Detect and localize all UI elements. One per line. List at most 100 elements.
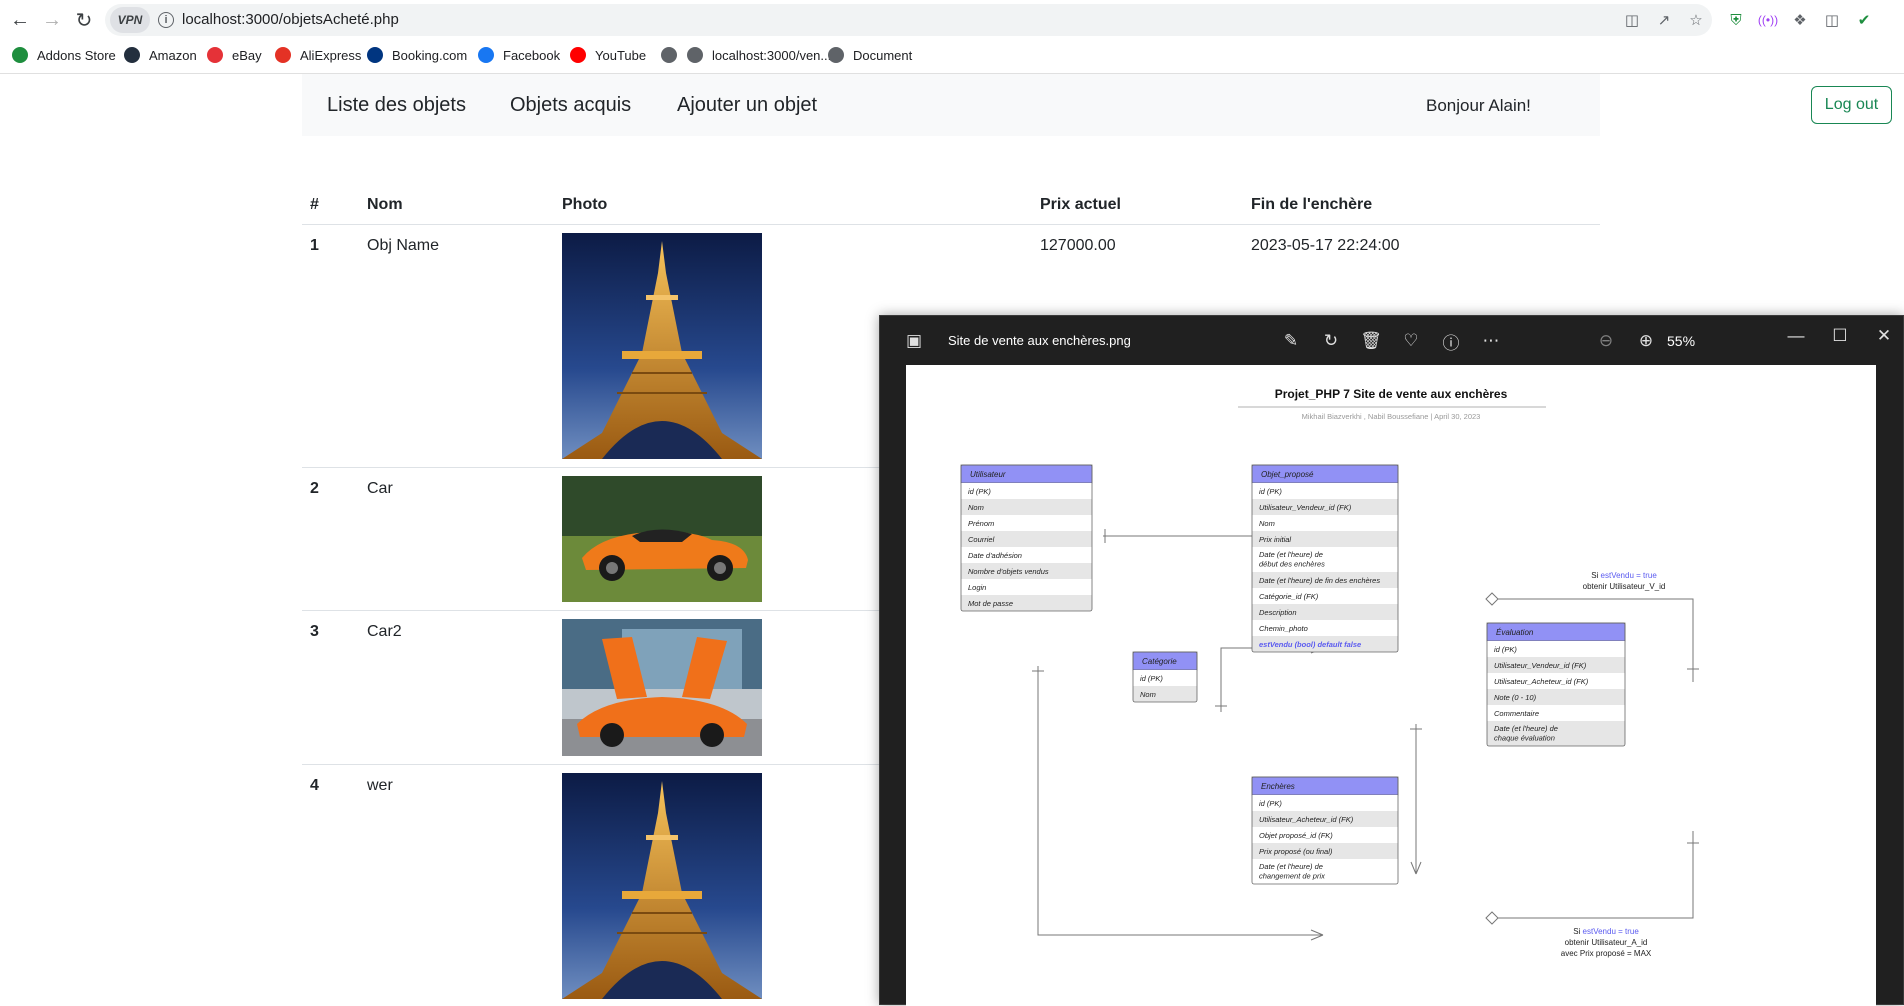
more-options-icon[interactable]: ⋯ [1481, 331, 1501, 351]
bookmark-item[interactable]: Addons Store [12, 44, 116, 66]
row-1-price: 127000.00 [1040, 237, 1116, 254]
bookmark-item[interactable]: Document [828, 44, 912, 66]
header-num: # [310, 196, 319, 213]
entity-field: Utilisateur_Acheteur_id (FK) [1259, 815, 1354, 824]
row-4-name: wer [367, 777, 393, 794]
gallery-icon[interactable]: ▣ [904, 331, 924, 351]
entity-field: Date (et l'heure) de début des enchères [1259, 550, 1325, 569]
zoom-in-icon[interactable]: ⊕ [1636, 331, 1656, 351]
youtube-icon [570, 47, 586, 63]
entity-title: Objet_proposé [1261, 470, 1314, 479]
bookmark-item[interactable] [661, 44, 686, 66]
reload-icon[interactable]: ↻ [72, 8, 96, 32]
zoom-out-icon[interactable]: ⊖ [1596, 331, 1616, 351]
maximize-icon[interactable]: ☐ [1830, 326, 1850, 346]
site-info-icon[interactable]: i [158, 12, 174, 28]
entity-encheres: Enchères id (PK) Utilisateur_Acheteur_id (… [1251, 776, 1399, 885]
row-2-name: Car [367, 480, 393, 497]
vpn-icon[interactable]: VPN [110, 7, 150, 33]
note-2-line-2: obtenir Utilisateur_A_id [1565, 938, 1648, 947]
row-3-photo-mclaren [562, 619, 762, 756]
entity-title: Catégorie [1142, 657, 1177, 666]
entity-field: Date (et l'heure) de fin des enchères [1259, 576, 1380, 585]
bookmark-item[interactable]: AliExpress [275, 44, 361, 66]
entity-field: Chemin_photo [1259, 624, 1308, 633]
bookmark-item[interactable]: Amazon [124, 44, 197, 66]
nav-link-liste-objets[interactable]: Liste des objets [327, 94, 466, 117]
entity-field: Prix initial [1259, 535, 1291, 544]
globe-icon [661, 47, 677, 63]
header-fin: Fin de l'enchère [1251, 196, 1373, 213]
entity-field: Nom [968, 503, 984, 512]
entity-field: Objet proposé_id (FK) [1259, 831, 1333, 840]
facebook-icon [478, 47, 494, 63]
info-icon[interactable]: ⓘ [1441, 331, 1461, 353]
row-1-name: Obj Name [367, 237, 440, 254]
viewer-toolbar: ▣ Site de vente aux enchères.png ✎ ↻ 🗑 ♡… [880, 316, 1903, 366]
aggregation-diamond [1485, 911, 1499, 925]
diagram-title: Projet_PHP 7 Site de vente aux enchères [1275, 387, 1508, 401]
entity-field: Courriel [968, 535, 995, 544]
bookmark-item[interactable]: localhost:3000/ven... [687, 44, 831, 66]
entity-field: Date d'adhésion [968, 551, 1022, 560]
row-1-num: 1 [310, 237, 319, 254]
entity-field: Commentaire [1494, 709, 1539, 718]
top-navbar: Liste des objets Objets acquis Ajouter u… [302, 74, 1892, 136]
entity-field: Utilisateur_Vendeur_id (FK) [1259, 503, 1352, 512]
entity-field: id (PK) [1140, 674, 1163, 683]
entity-field: id (PK) [1259, 799, 1282, 808]
er-diagram: Projet_PHP 7 Site de vente aux enchères … [960, 387, 1699, 958]
bookmark-label: Addons Store [37, 47, 116, 63]
bookmark-item[interactable]: Booking.com [367, 44, 467, 66]
entity-field: Note (0 - 10) [1494, 693, 1537, 702]
entity-field: estVendu (bool) default false [1259, 640, 1361, 649]
entity-field: Utilisateur_Vendeur_id (FK) [1494, 661, 1587, 670]
entity-field: id (PK) [1494, 645, 1517, 654]
entity-field: Utilisateur_Acheteur_id (FK) [1494, 677, 1589, 686]
rotate-icon[interactable]: ↻ [1321, 331, 1341, 351]
edit-image-icon[interactable]: ✎ [1281, 331, 1301, 351]
logout-button[interactable]: Log out [1811, 86, 1892, 124]
entity-categorie: Catégorie id (PK) Nom [1132, 651, 1198, 703]
header-prix: Prix actuel [1040, 196, 1121, 213]
bookmark-item[interactable]: YouTube [570, 44, 646, 66]
amazon-icon [124, 47, 140, 63]
addons-store-icon [12, 47, 28, 63]
extensions-puzzle-icon[interactable]: ❖ [1790, 10, 1810, 30]
zoom-level[interactable]: 55% [1667, 333, 1695, 349]
ebay-icon [207, 47, 223, 63]
entity-field: Nom [1259, 519, 1275, 528]
aggregation-diamond [1485, 592, 1499, 606]
aliexpress-icon [275, 47, 291, 63]
row-1-photo-eiffel [562, 233, 762, 459]
minimize-icon[interactable]: — [1786, 326, 1806, 346]
bookmark-label: Document [853, 47, 913, 63]
entity-title: Enchères [1261, 782, 1295, 791]
bookmark-star-icon[interactable]: ☆ [1686, 10, 1706, 30]
row-3-num: 3 [310, 623, 319, 640]
note-2-line-3: avec Prix proposé = MAX [1561, 949, 1652, 958]
bookmark-item[interactable]: eBay [207, 44, 262, 66]
nav-link-ajouter-objet[interactable]: Ajouter un objet [677, 94, 817, 117]
bookmark-label: AliExpress [300, 47, 362, 63]
nav-link-objets-acquis[interactable]: Objets acquis [510, 94, 631, 117]
url-text[interactable]: localhost:3000/objetsAcheté.php [182, 11, 399, 28]
entity-field: id (PK) [968, 487, 991, 496]
translate-icon[interactable]: ◫ [1622, 10, 1642, 30]
greeting-text: Bonjour Alain! [1426, 96, 1531, 115]
back-arrow-icon[interactable]: ← [8, 8, 32, 32]
bookmark-item[interactable]: Facebook [478, 44, 560, 66]
shield-extension-icon[interactable]: ⛨ [1726, 10, 1746, 30]
entity-title: Évaluation [1496, 628, 1534, 637]
entity-evaluation: Évaluation id (PK) Utilisateur_Vendeur_id … [1486, 622, 1626, 747]
forward-arrow-icon[interactable]: → [40, 8, 64, 32]
row-4-num: 4 [310, 777, 319, 794]
side-panel-icon[interactable]: ◫ [1822, 10, 1842, 30]
delete-icon[interactable]: 🗑 [1360, 331, 1382, 351]
close-icon[interactable]: ✕ [1874, 326, 1894, 346]
bookmark-label: Amazon [149, 47, 197, 63]
broadcast-extension-icon[interactable]: ((•)) [1758, 10, 1778, 30]
favorite-heart-icon[interactable]: ♡ [1401, 331, 1421, 351]
security-check-icon[interactable]: ✔ [1854, 10, 1874, 30]
share-icon[interactable]: ↗ [1654, 10, 1674, 30]
